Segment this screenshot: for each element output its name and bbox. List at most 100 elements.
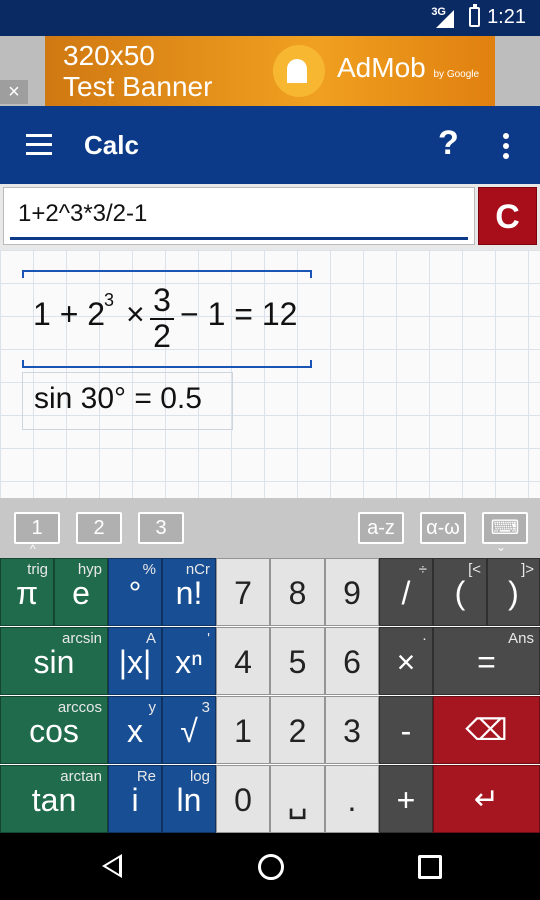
key-decimal-label: . xyxy=(347,782,357,818)
key-enter-label: ↵ xyxy=(473,783,500,816)
greek-tab[interactable]: α-ω xyxy=(420,512,466,544)
key-power-label: xⁿ xyxy=(175,644,203,680)
key-space-label: ␣ xyxy=(287,783,308,819)
result-1-exponent: 3 xyxy=(104,290,115,310)
recents-icon[interactable] xyxy=(418,855,442,879)
key-i[interactable]: Re i xyxy=(108,765,162,833)
overflow-menu-icon[interactable] xyxy=(503,133,509,163)
key-sin[interactable]: arcsin sin xyxy=(0,627,108,695)
keyboard-tab-3[interactable]: 3 xyxy=(138,512,184,544)
key-tan[interactable]: arctan tan xyxy=(0,765,108,833)
admob-logo-icon xyxy=(273,45,325,97)
key-divide-label: / xyxy=(401,575,411,611)
key-i-label: i xyxy=(131,782,139,818)
home-icon[interactable] xyxy=(258,854,284,880)
key-7[interactable]: 7 xyxy=(216,558,270,626)
key-x[interactable]: yx xyxy=(108,696,162,764)
key-space[interactable]: ␣ xyxy=(270,765,325,833)
key-plus-label: + xyxy=(396,782,416,818)
key-degree-label: ° xyxy=(128,575,142,611)
key-5[interactable]: 5 xyxy=(270,627,325,695)
key-ln[interactable]: log ln xyxy=(162,765,216,833)
result-1-numerator: 3 xyxy=(153,282,171,318)
key-0[interactable]: 0 xyxy=(216,765,270,833)
key-sqrt-label: √ xyxy=(180,713,198,749)
key-multiply-label: × xyxy=(396,644,416,680)
status-bar: 3G 1:21 xyxy=(0,0,540,36)
key-cos-label: cos xyxy=(29,713,79,749)
key-cos[interactable]: arccos cos xyxy=(0,696,108,764)
expression-text: 1+2^3*3/2-1 xyxy=(18,200,148,227)
key-1-label: 1 xyxy=(234,713,252,749)
key-3[interactable]: 3 xyxy=(325,696,379,764)
clock: 1:21 xyxy=(487,6,526,28)
key-e-label: e xyxy=(72,575,90,611)
help-button[interactable]: ? xyxy=(438,124,459,163)
key-6[interactable]: 6 xyxy=(325,627,379,695)
signal-icon xyxy=(436,10,454,28)
ad-close-button[interactable]: × xyxy=(0,80,28,104)
key-4-label: 4 xyxy=(234,644,252,680)
app-bar: Calc ? xyxy=(0,106,540,184)
navigation-bar xyxy=(0,833,540,900)
key-decimal[interactable]: ´. xyxy=(325,765,379,833)
key-close-paren-label: ) xyxy=(508,575,519,611)
result-1-rhs: − 1 = 12 xyxy=(180,296,298,332)
key-divide[interactable]: ÷ / xyxy=(379,558,433,626)
key-equals[interactable]: Ans = xyxy=(433,627,540,695)
result-1-denominator: 2 xyxy=(153,318,171,354)
chevron-down-icon: ⌄ xyxy=(496,540,507,554)
key-9[interactable]: 9 xyxy=(325,558,379,626)
key-sin-label: sin xyxy=(33,644,75,680)
key-plus[interactable]: + xyxy=(379,765,433,833)
key-close-paren[interactable]: ]>) xyxy=(487,558,540,626)
key-enter[interactable]: ↵ xyxy=(433,765,540,833)
key-abs-label: |x| xyxy=(118,644,152,680)
key-open-paren-label: ( xyxy=(454,575,466,611)
ad-banner-text: 320x50 Test Banner xyxy=(63,40,213,102)
admob-brand: AdMob by Google xyxy=(337,52,480,83)
keyboard-tab-1[interactable]: 1 xyxy=(14,512,60,544)
key-2-label: 2 xyxy=(288,713,307,749)
key-multiply[interactable]: · × xyxy=(379,627,433,695)
key-e[interactable]: hyp e xyxy=(54,558,108,626)
result-1-times: × xyxy=(126,296,145,332)
key-open-paren[interactable]: [<( xyxy=(433,558,487,626)
key-degree[interactable]: % ° xyxy=(108,558,162,626)
key-4[interactable]: 4 xyxy=(216,627,270,695)
key-5-label: 5 xyxy=(288,644,307,680)
back-icon[interactable] xyxy=(102,854,122,878)
key-power[interactable]: ' xⁿ xyxy=(162,627,216,695)
keyboard-tab-2[interactable]: 2 xyxy=(76,512,122,544)
key-abs[interactable]: A |x| xyxy=(108,627,162,695)
key-backspace-label: ⌫ xyxy=(465,714,508,747)
key-8[interactable]: 8 xyxy=(270,558,325,626)
key-2[interactable]: 2 xyxy=(270,696,325,764)
result-2-text: sin 30° = 0.5 xyxy=(34,382,202,415)
battery-icon xyxy=(469,4,480,27)
key-factorial[interactable]: nCr n! xyxy=(162,558,216,626)
key-pi[interactable]: trig π xyxy=(0,558,54,626)
key-backspace[interactable]: ⌫ xyxy=(433,696,540,764)
key-9-label: 9 xyxy=(343,575,361,611)
key-6-label: 6 xyxy=(343,644,361,680)
clear-button[interactable]: C xyxy=(478,187,537,245)
ad-banner[interactable]: 320x50 Test Banner AdMob by Google xyxy=(45,36,495,106)
key-1[interactable]: 1 xyxy=(216,696,270,764)
letters-tab[interactable]: a-z xyxy=(358,512,404,544)
chevron-up-icon: ^ xyxy=(30,542,36,556)
key-x-label: x xyxy=(127,713,143,749)
key-0-label: 0 xyxy=(234,782,252,818)
key-pi-label: π xyxy=(15,575,39,611)
key-minus-label: - xyxy=(400,713,412,749)
key-7-label: 7 xyxy=(234,575,252,611)
input-underline xyxy=(10,237,468,240)
key-factorial-label: n! xyxy=(175,575,203,611)
menu-icon[interactable] xyxy=(26,134,52,155)
key-ln-label: ln xyxy=(176,782,202,818)
key-3-label: 3 xyxy=(343,713,361,749)
key-sqrt[interactable]: 3 √ xyxy=(162,696,216,764)
key-minus[interactable]: - xyxy=(379,696,433,764)
key-equals-label: = xyxy=(477,644,496,680)
app-title: Calc xyxy=(84,130,139,160)
